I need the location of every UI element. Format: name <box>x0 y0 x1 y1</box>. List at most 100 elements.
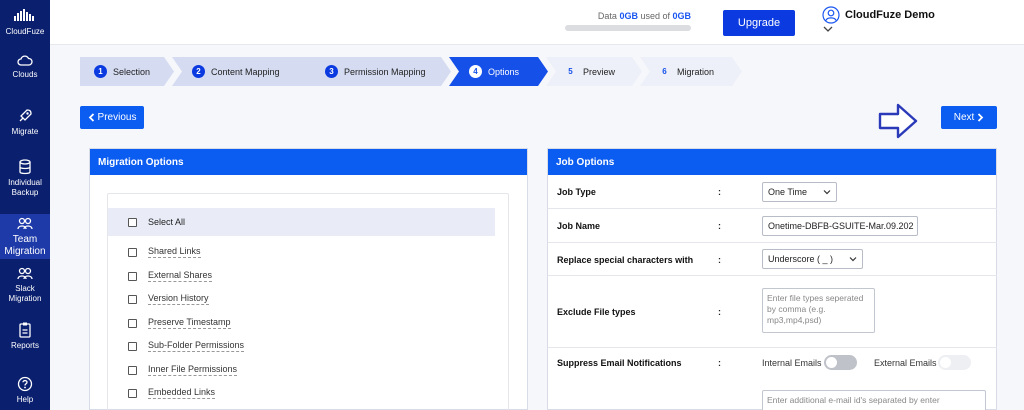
chevron-down-icon <box>823 190 831 195</box>
replace-characters-label: Replace special characters with <box>557 255 694 265</box>
colon: : <box>718 221 721 231</box>
option-label: Version History <box>148 293 209 305</box>
suppress-email-label: Suppress Email Notifications <box>557 358 682 368</box>
option-preserve-timestamp[interactable]: Preserve Timestamp <box>128 317 231 329</box>
step-number: 4 <box>469 65 482 78</box>
select-all-checkbox[interactable] <box>128 217 137 227</box>
sidebar-item-label: Individual Backup <box>8 178 42 197</box>
storage-prefix: Data <box>597 11 620 21</box>
option-embedded-links[interactable]: Embedded Links <box>128 387 216 399</box>
sidebar-item-label: Migrate <box>11 127 39 136</box>
option-shared-links[interactable]: Shared Links <box>128 246 201 258</box>
help-icon <box>17 376 33 392</box>
select-all-label: Select All <box>148 217 186 227</box>
job-type-label: Job Type <box>557 187 596 197</box>
step-label: Options <box>488 66 520 77</box>
select-all-row[interactable]: Select All <box>108 208 495 236</box>
internal-emails-toggle[interactable] <box>824 355 857 370</box>
previous-button[interactable]: Previous <box>80 106 144 129</box>
previous-label: Previous <box>97 112 137 123</box>
sidebar-item-label: Clouds <box>12 70 38 79</box>
user-name[interactable]: CloudFuze Demo <box>845 9 935 21</box>
sidebar-item-help[interactable]: Help <box>0 376 50 405</box>
option-checkbox[interactable] <box>128 318 137 328</box>
sidebar-item-individual-backup[interactable]: Individual Backup <box>0 159 50 198</box>
colon: : <box>718 187 721 197</box>
sidebar-item-reports[interactable]: Reports <box>0 322 50 351</box>
step-options[interactable]: 4 Options <box>449 57 548 86</box>
job-name-row: Job Name : Onetime-DBFB-GSUITE-Mar.09.20… <box>548 209 997 243</box>
replace-characters-row: Replace special characters with : Unders… <box>548 243 997 276</box>
storage-mid: used of <box>637 11 673 21</box>
sidebar-item-label: Team Migration <box>4 234 46 257</box>
option-version-history[interactable]: Version History <box>128 293 209 305</box>
chevron-down-icon[interactable] <box>823 26 833 33</box>
cloud-icon <box>17 55 33 66</box>
option-label: Shared Links <box>148 246 201 258</box>
sidebar-item-slack-migration[interactable]: Slack Migration <box>0 267 50 304</box>
option-checkbox[interactable] <box>128 294 137 304</box>
exclude-file-types-input[interactable]: Enter file types seperated by comma (e.g… <box>762 288 875 333</box>
step-content-mapping[interactable]: 2 Content Mapping <box>172 57 320 86</box>
migration-options-panel: Migration Options Select All Shared Link… <box>89 148 528 410</box>
step-number: 6 <box>662 67 667 76</box>
replace-characters-select[interactable]: Underscore ( _ ) <box>762 249 863 269</box>
option-inner-file-permissions[interactable]: Inner File Permissions <box>128 364 238 376</box>
option-checkbox[interactable] <box>128 247 137 257</box>
job-type-value: One Time <box>768 187 808 197</box>
step-number: 1 <box>94 65 107 78</box>
option-external-shares[interactable]: External Shares <box>128 270 213 282</box>
option-sub-folder-permissions[interactable]: Sub-Folder Permissions <box>128 340 245 352</box>
chevron-right-icon <box>978 113 984 122</box>
storage-total: 0GB <box>672 11 691 21</box>
option-label: External Shares <box>148 270 213 282</box>
step-label: Migration <box>677 66 715 77</box>
sidebar-item-team-migration[interactable]: Team Migration <box>0 214 50 259</box>
storage-used: 0GB <box>619 11 638 21</box>
sidebar-item-label: Reports <box>10 341 39 350</box>
option-checkbox[interactable] <box>128 271 137 281</box>
job-name-value: Onetime-DBFB-GSUITE-Mar.09.202 <box>768 221 914 231</box>
user-avatar-icon[interactable] <box>822 6 840 24</box>
rocket-icon <box>19 109 32 122</box>
step-number: 3 <box>325 65 338 78</box>
colon: : <box>718 255 721 265</box>
sidebar-item-label: Help <box>16 395 34 404</box>
sidebar-item-migrate[interactable]: Migrate <box>0 108 50 137</box>
step-preview[interactable]: 5 Preview <box>546 57 642 86</box>
option-label: Embedded Links <box>148 387 216 399</box>
next-button[interactable]: Next <box>941 106 997 129</box>
step-selection[interactable]: 1 Selection <box>80 57 174 86</box>
chevron-down-icon <box>849 257 857 262</box>
option-checkbox[interactable] <box>128 365 137 375</box>
sidebar-item-clouds[interactable]: Clouds <box>0 55 50 80</box>
external-emails-toggle[interactable] <box>938 355 971 370</box>
additional-emails-input[interactable]: Enter additional e-mail id's separated b… <box>762 390 986 410</box>
job-name-label: Job Name <box>557 221 601 231</box>
exclude-file-types-label: Exclude File types <box>557 307 636 317</box>
option-checkbox[interactable] <box>128 341 137 351</box>
database-icon <box>19 159 31 175</box>
step-permission-mapping[interactable]: 3 Permission Mapping <box>305 57 451 86</box>
storage-usage-bar <box>565 25 691 31</box>
arrow-right-icon <box>878 103 918 139</box>
step-label: Preview <box>583 66 616 77</box>
job-name-input[interactable]: Onetime-DBFB-GSUITE-Mar.09.202 <box>762 216 918 236</box>
option-checkbox[interactable] <box>128 388 137 398</box>
step-number: 5 <box>568 67 573 76</box>
external-emails-label: External Emails <box>874 358 937 368</box>
brand-logo[interactable]: CloudFuze <box>0 8 50 37</box>
migration-options-title: Migration Options <box>90 149 527 175</box>
step-migration[interactable]: 6 Migration <box>640 57 742 86</box>
job-options-panel: Job Options Job Type : One Time Job Name… <box>547 148 997 410</box>
team-icon <box>17 217 33 230</box>
cloudfuze-logo-icon <box>14 9 34 21</box>
brand-name: CloudFuze <box>5 27 45 36</box>
colon: : <box>718 307 721 317</box>
job-type-select[interactable]: One Time <box>762 182 837 202</box>
step-label: Content Mapping <box>211 66 280 77</box>
step-number: 2 <box>192 65 205 78</box>
option-label: Preserve Timestamp <box>148 317 231 329</box>
sidebar: CloudFuze Clouds Migrate Individual Back… <box>0 0 50 410</box>
upgrade-button[interactable]: Upgrade <box>723 10 795 36</box>
